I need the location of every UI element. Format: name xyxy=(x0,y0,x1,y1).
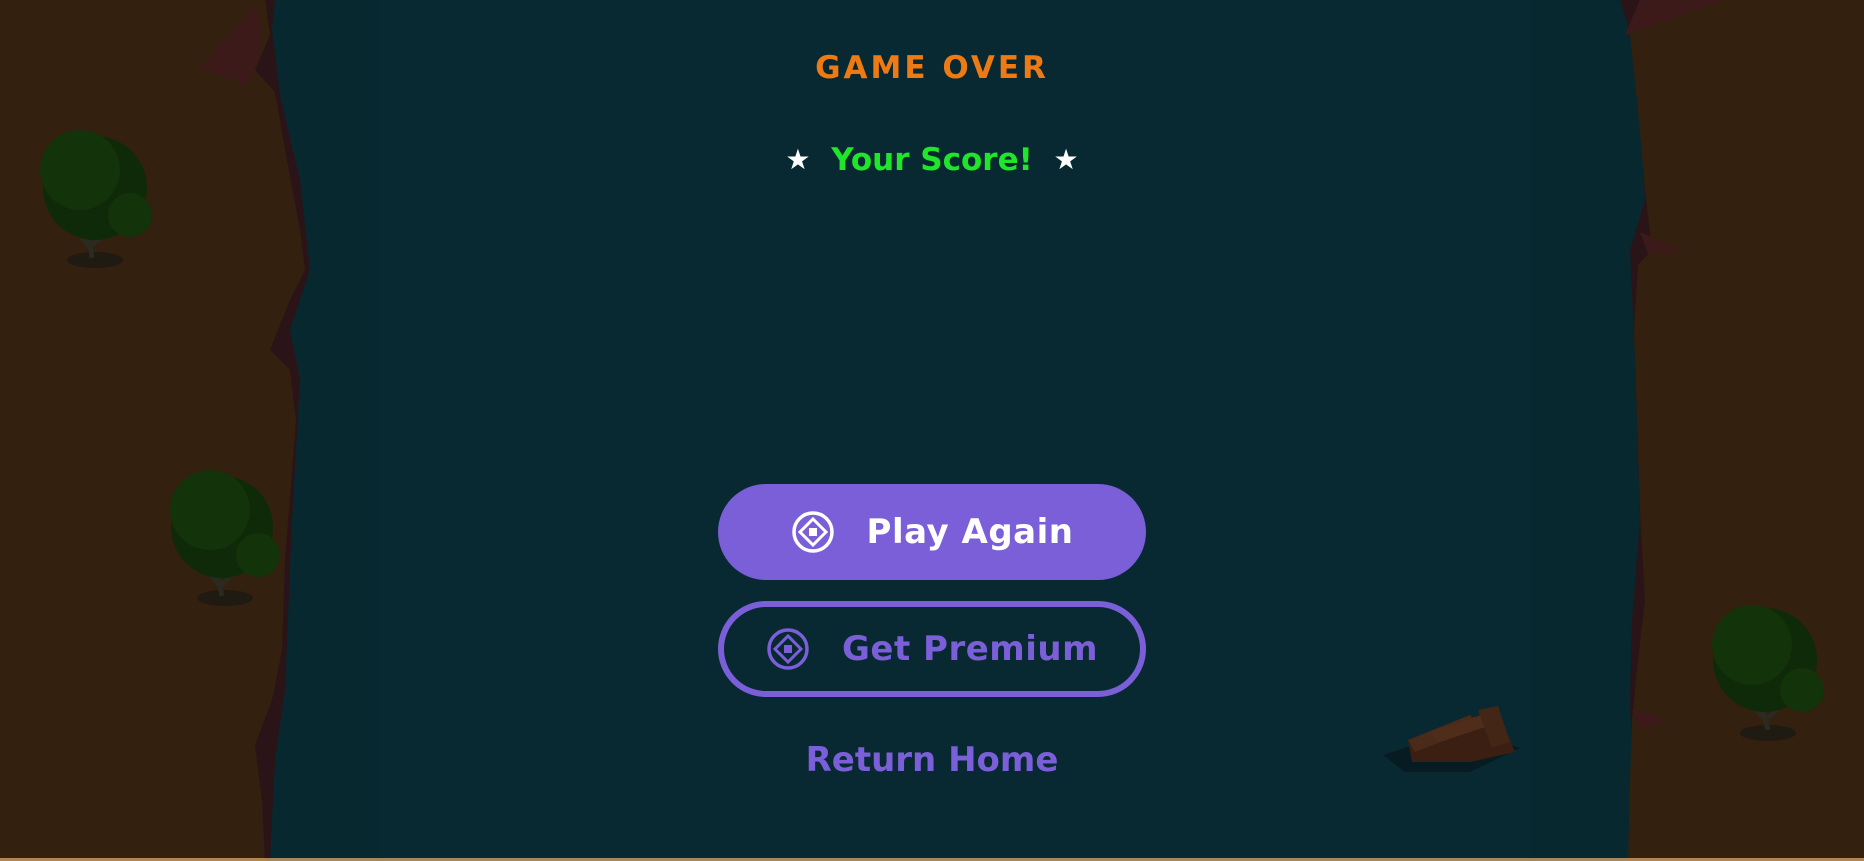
river-canyon-background xyxy=(0,0,1864,861)
return-home-container: Return Home xyxy=(0,740,1864,780)
return-home-link[interactable]: Return Home xyxy=(806,740,1059,780)
game-over-title: GAME OVER xyxy=(815,50,1049,86)
get-premium-label: Get Premium xyxy=(841,629,1099,669)
game-over-screen: GAME OVER ★ Your Score! ★ Play Again Get… xyxy=(0,0,1864,861)
score-label: Your Score! xyxy=(831,141,1033,178)
target-diamond-icon xyxy=(791,511,834,553)
star-icon: ★ xyxy=(785,142,811,176)
star-icon: ★ xyxy=(1053,142,1079,176)
river-center xyxy=(380,0,1530,861)
play-again-button[interactable]: Play Again xyxy=(718,484,1146,580)
get-premium-button[interactable]: Get Premium xyxy=(718,601,1146,697)
score-heading: ★ Your Score! ★ xyxy=(0,135,1864,181)
left-cliff xyxy=(0,0,305,861)
target-diamond-icon xyxy=(767,628,809,670)
play-again-label: Play Again xyxy=(866,512,1074,552)
